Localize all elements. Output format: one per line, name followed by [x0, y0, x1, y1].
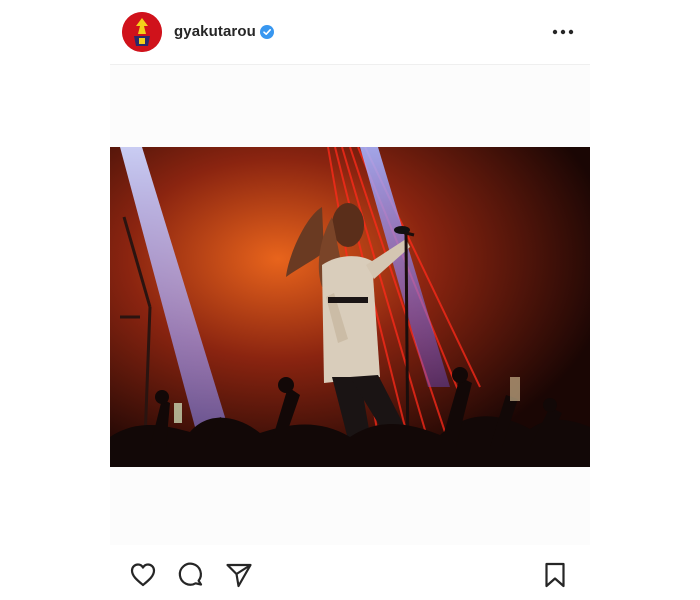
action-bar [110, 555, 590, 595]
heart-icon [130, 563, 156, 587]
avatar-logo [122, 12, 162, 52]
save-button[interactable] [540, 560, 570, 590]
like-button[interactable] [128, 560, 158, 590]
concert-photo [110, 147, 590, 467]
username[interactable]: gyakutarou [174, 23, 256, 40]
send-icon [226, 563, 252, 588]
post-media[interactable] [110, 65, 590, 545]
avatar[interactable] [122, 12, 162, 52]
more-options-icon[interactable] [550, 22, 576, 42]
comment-icon [178, 562, 203, 586]
post-header: gyakutarou [110, 0, 590, 64]
instagram-post: gyakutarou [110, 0, 590, 600]
bookmark-icon [545, 562, 565, 588]
verified-badge-icon [260, 25, 274, 39]
comment-button[interactable] [176, 560, 206, 590]
share-button[interactable] [224, 560, 254, 590]
